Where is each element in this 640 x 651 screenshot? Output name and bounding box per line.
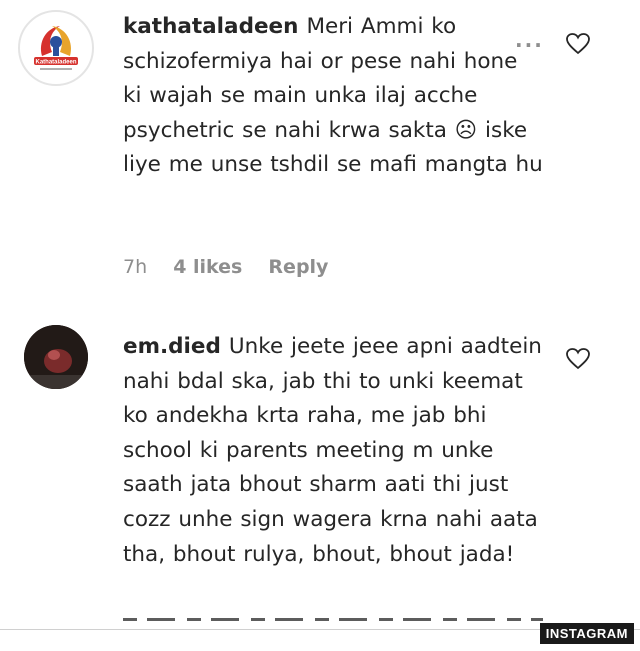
comment-body: Unke jeete jeee apni aadtein nahi bdal s… [123,334,542,567]
profile-photo-icon [24,325,88,389]
reply-button[interactable]: Reply [268,256,328,278]
kathataladeen-logo-icon: Kathataladeen [22,14,90,82]
heart-icon[interactable] [566,348,590,370]
more-options-icon[interactable]: ··· [515,33,544,57]
comment-meta: 7h 4 likes Reply [123,256,348,278]
comment-text-block: kathataladeen Meri Ammi ko schizofermiya … [123,10,543,183]
svg-text:Kathataladeen: Kathataladeen [35,60,76,66]
comment-text-block: em.died Unke jeete jeee apni aadtein nahi… [123,330,543,572]
comment-username[interactable]: kathataladeen [123,14,298,39]
avatar[interactable]: Kathataladeen [18,10,94,86]
comment-username[interactable]: em.died [123,334,221,359]
instagram-watermark: INSTAGRAM [539,623,634,644]
comment-time: 7h [123,256,148,278]
likes-count[interactable]: 4 likes [173,256,242,278]
heart-icon[interactable] [566,33,590,55]
avatar[interactable] [24,325,88,389]
truncated-text-line [123,610,543,622]
